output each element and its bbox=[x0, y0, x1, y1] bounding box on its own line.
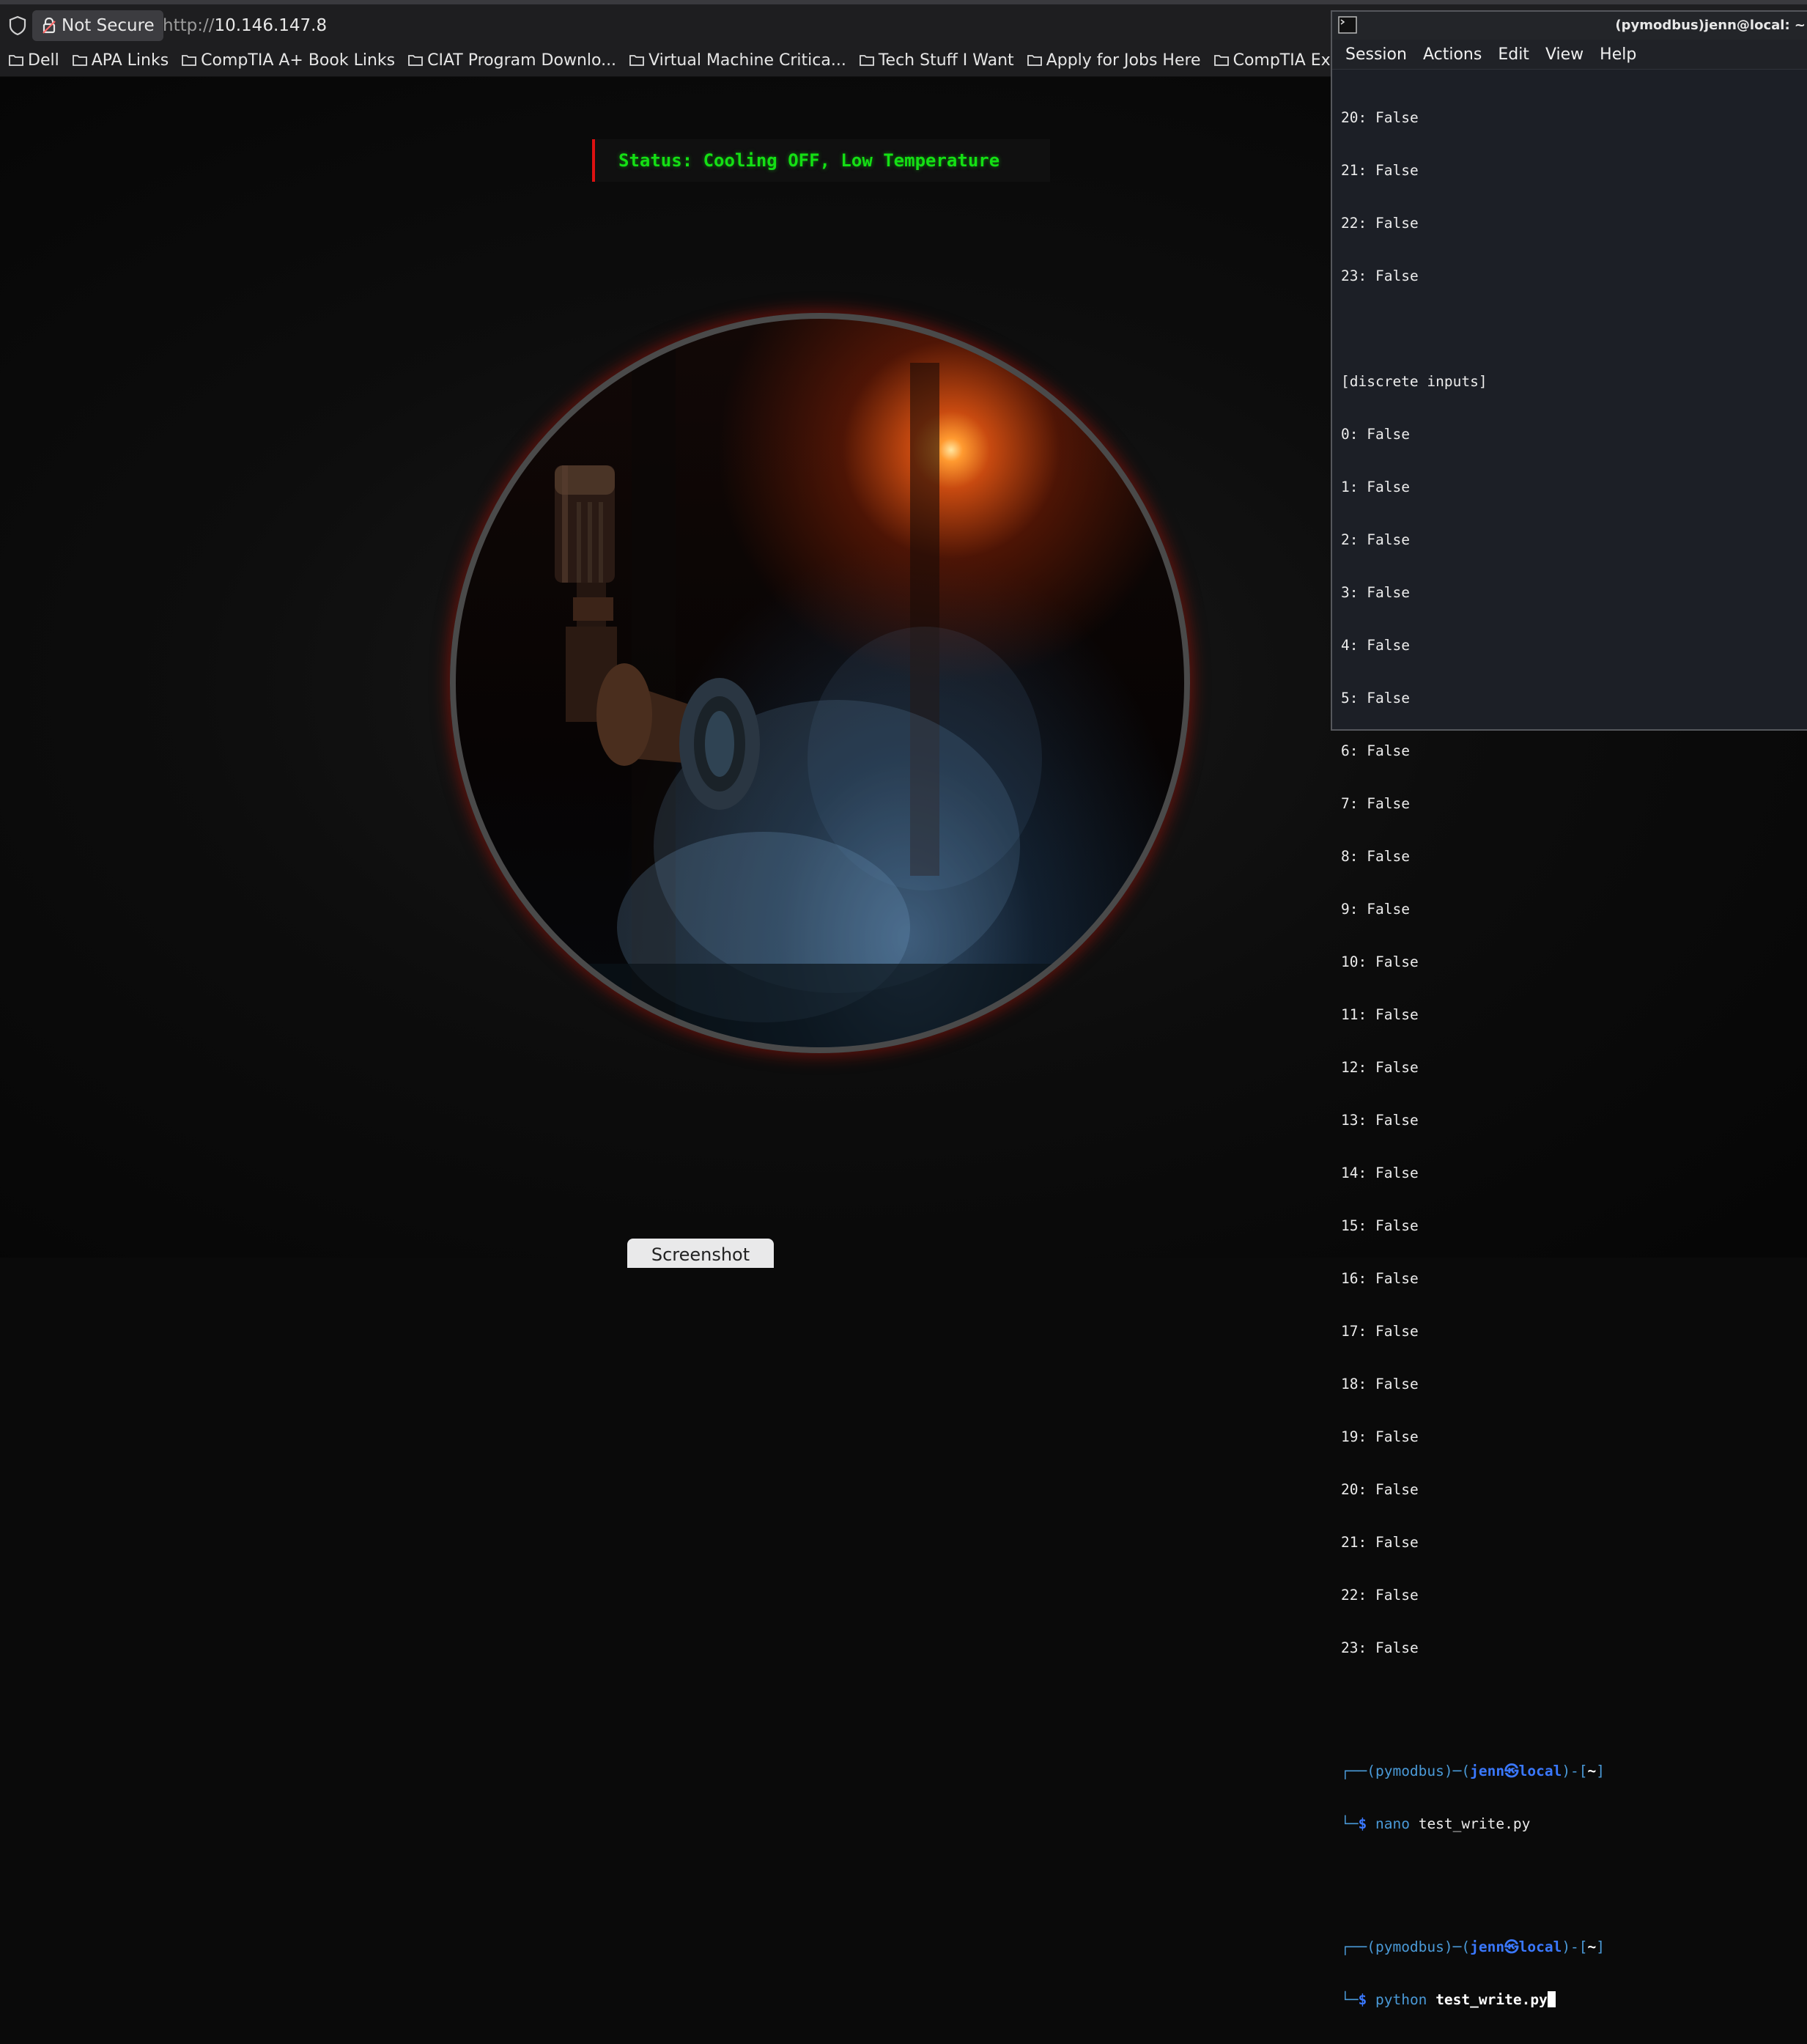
terminal-output[interactable]: 20: False 21: False 22: False 23: False … bbox=[1332, 70, 1807, 2044]
output-line: 3: False bbox=[1341, 584, 1410, 601]
bookmark-folder-apply-jobs[interactable]: Apply for Jobs Here bbox=[1027, 51, 1201, 70]
section-header: [discrete inputs] bbox=[1341, 373, 1488, 390]
command-line-active[interactable]: └─$ python test_write.py bbox=[1341, 1991, 1807, 2009]
bookmark-folder-comptia-book-links[interactable]: CompTIA A+ Book Links bbox=[182, 51, 395, 70]
output-line: 16: False bbox=[1341, 1270, 1419, 1287]
url-text[interactable]: http://10.146.147.8 bbox=[163, 12, 327, 40]
folder-icon bbox=[1027, 55, 1042, 66]
terminal-titlebar[interactable]: (pymodbus)jenn@local: ~ bbox=[1332, 12, 1807, 40]
pump-illustration bbox=[456, 319, 1184, 1047]
output-line: 20: False bbox=[1341, 1481, 1419, 1498]
output-line: 23: False bbox=[1341, 1639, 1419, 1656]
output-line: 18: False bbox=[1341, 1376, 1419, 1392]
screenshot-button[interactable]: Screenshot bbox=[627, 1239, 774, 1268]
terminal-icon bbox=[1338, 16, 1357, 34]
url-scheme: http:// bbox=[163, 16, 215, 35]
output-line: 6: False bbox=[1341, 742, 1410, 759]
not-secure-indicator[interactable]: Not Secure bbox=[32, 10, 163, 41]
menu-edit[interactable]: Edit bbox=[1498, 45, 1529, 64]
bookmark-label: CIAT Program Downlo... bbox=[427, 51, 617, 70]
folder-icon bbox=[859, 55, 874, 66]
output-line: 21: False bbox=[1341, 162, 1419, 179]
menu-session[interactable]: Session bbox=[1345, 45, 1407, 64]
menu-help[interactable]: Help bbox=[1600, 45, 1636, 64]
output-line: 20: False bbox=[1341, 109, 1419, 126]
status-banner: Status: Cooling OFF, Low Temperature bbox=[592, 139, 1050, 182]
output-line: 2: False bbox=[1341, 531, 1410, 548]
folder-icon bbox=[1213, 55, 1229, 66]
folder-icon bbox=[72, 55, 87, 66]
output-line: 17: False bbox=[1341, 1323, 1419, 1340]
command-line: └─$ nano test_write.py bbox=[1341, 1815, 1531, 1832]
output-line: 8: False bbox=[1341, 848, 1410, 865]
menu-view[interactable]: View bbox=[1545, 45, 1584, 64]
output-line: 22: False bbox=[1341, 1587, 1419, 1604]
folder-icon bbox=[182, 55, 197, 66]
output-line: 14: False bbox=[1341, 1165, 1419, 1181]
output-line: 21: False bbox=[1341, 1534, 1419, 1551]
output-line: 10: False bbox=[1341, 953, 1419, 970]
terminal-menubar: Session Actions Edit View Help bbox=[1332, 40, 1807, 70]
bookmark-label: Apply for Jobs Here bbox=[1046, 51, 1201, 70]
folder-icon bbox=[629, 55, 644, 66]
output-line: 23: False bbox=[1341, 268, 1419, 284]
bookmark-label: APA Links bbox=[91, 51, 169, 70]
folder-icon bbox=[408, 55, 424, 66]
bookmark-folder-ciat-program[interactable]: CIAT Program Downlo... bbox=[408, 51, 616, 70]
folder-icon bbox=[9, 55, 23, 66]
pump-room-image bbox=[450, 313, 1190, 1053]
output-line: 4: False bbox=[1341, 637, 1410, 654]
terminal-window[interactable]: (pymodbus)jenn@local: ~ Session Actions … bbox=[1331, 10, 1807, 2008]
text-cursor bbox=[1547, 1991, 1556, 2007]
bookmarks-toolbar: Dell APA Links CompTIA A+ Book Links CIA… bbox=[0, 44, 1403, 77]
prompt-line: ┌──(pymodbus)─(jenn㉿local)-[~] bbox=[1341, 1938, 1605, 1955]
prompt-line: ┌──(pymodbus)─(jenn㉿local)-[~] bbox=[1341, 1763, 1605, 1779]
shield-icon[interactable] bbox=[7, 15, 28, 37]
bookmark-folder-dell[interactable]: Dell bbox=[9, 51, 59, 70]
output-line: 1: False bbox=[1341, 479, 1410, 495]
bookmark-folder-apa-links[interactable]: APA Links bbox=[72, 51, 169, 70]
terminal-title: (pymodbus)jenn@local: ~ bbox=[1615, 18, 1806, 33]
bookmark-label: Dell bbox=[28, 51, 59, 70]
output-line: 15: False bbox=[1341, 1217, 1419, 1234]
output-line: 0: False bbox=[1341, 426, 1410, 443]
insecure-lock-icon bbox=[43, 17, 56, 34]
bookmark-folder-virtual-machine[interactable]: Virtual Machine Critica... bbox=[629, 51, 846, 70]
security-label: Not Secure bbox=[62, 16, 155, 35]
menu-actions[interactable]: Actions bbox=[1423, 45, 1482, 64]
bookmark-label: Virtual Machine Critica... bbox=[648, 51, 846, 70]
output-line: 11: False bbox=[1341, 1006, 1419, 1023]
url-host: 10.146.147.8 bbox=[214, 16, 328, 35]
output-line: 22: False bbox=[1341, 215, 1419, 232]
output-line: 5: False bbox=[1341, 690, 1410, 706]
output-line: 12: False bbox=[1341, 1059, 1419, 1076]
output-line: 9: False bbox=[1341, 901, 1410, 918]
bookmark-label: Tech Stuff I Want bbox=[878, 51, 1014, 70]
output-line: 19: False bbox=[1341, 1428, 1419, 1445]
output-line: 7: False bbox=[1341, 795, 1410, 812]
bookmark-folder-tech-stuff[interactable]: Tech Stuff I Want bbox=[859, 51, 1014, 70]
bookmark-label: CompTIA A+ Book Links bbox=[201, 51, 396, 70]
output-line: 13: False bbox=[1341, 1112, 1419, 1129]
